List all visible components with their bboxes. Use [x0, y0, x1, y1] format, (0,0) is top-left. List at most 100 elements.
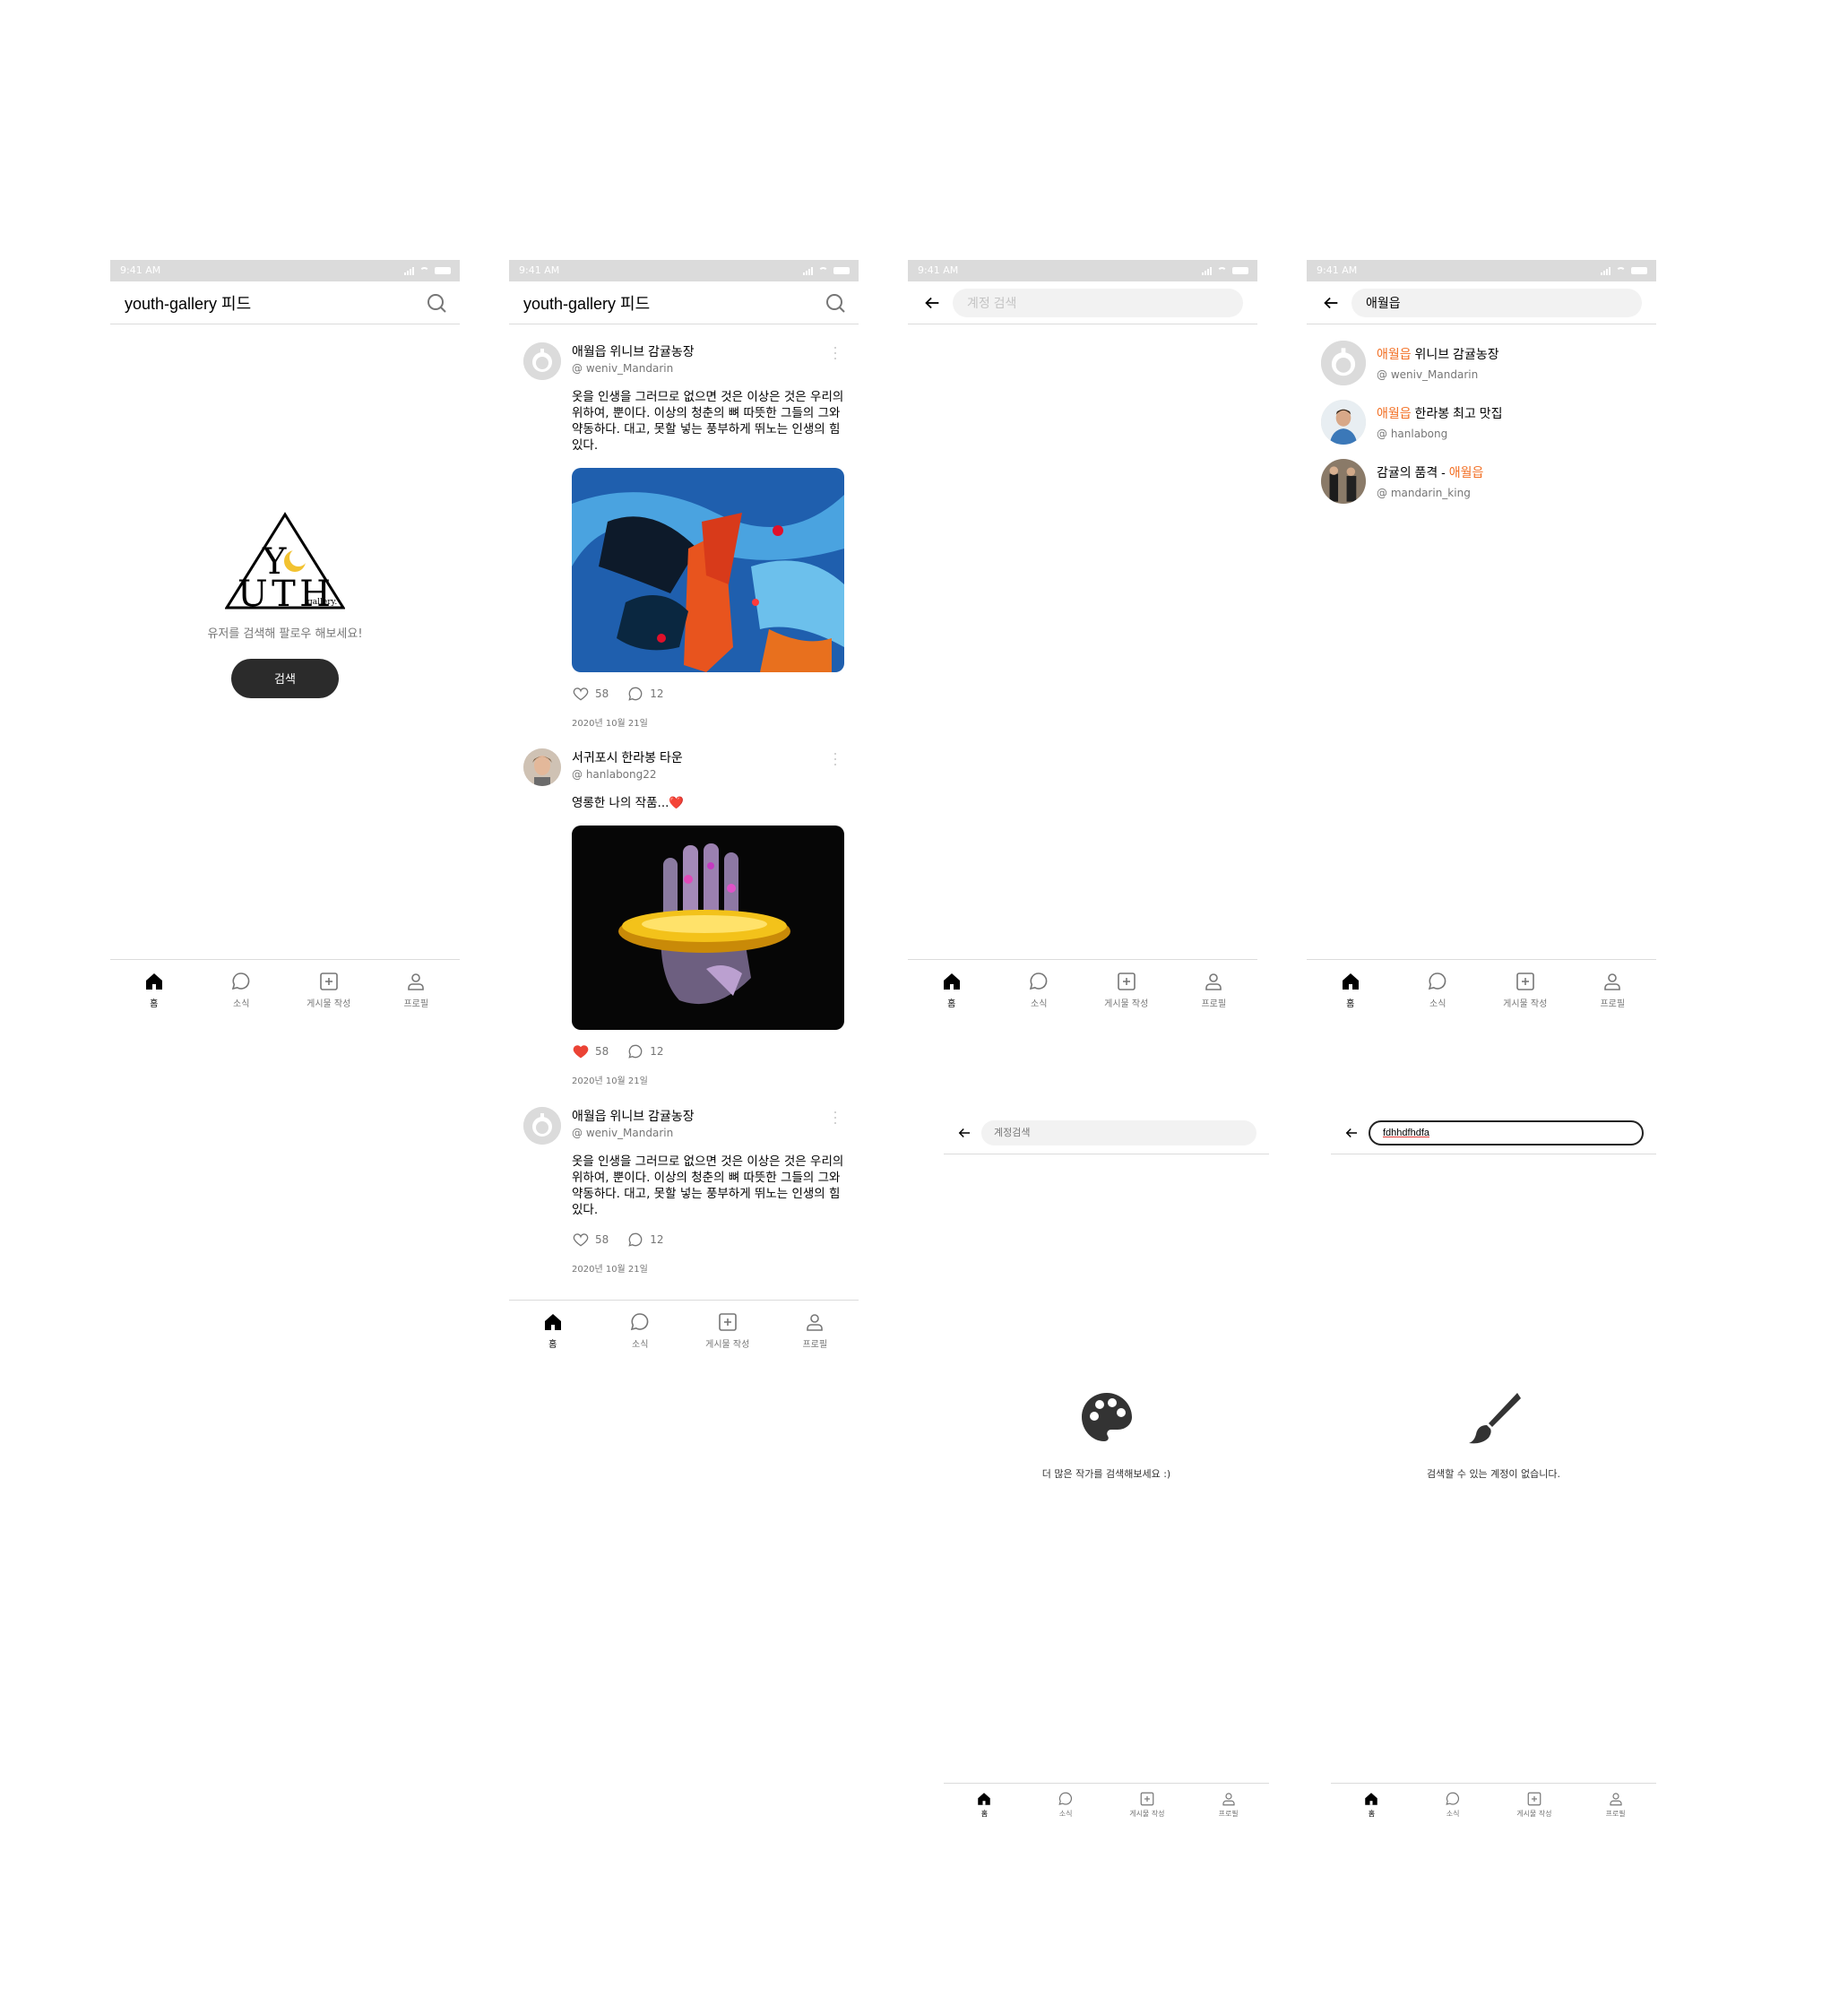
tab-news[interactable]: 소식	[996, 960, 1084, 1013]
comment-icon[interactable]	[626, 1231, 644, 1249]
svg-text:gallery.: gallery.	[307, 598, 337, 607]
more-vertical-icon[interactable]	[833, 346, 837, 360]
post-actions: 58 12	[572, 1231, 844, 1249]
tab-home[interactable]: 홈	[110, 960, 198, 1013]
home-icon	[1342, 973, 1359, 990]
heart-filled-icon[interactable]	[572, 1042, 590, 1060]
post-card: 애월읍 위니브 감귤농장 @ weniv_Mandarin 옷을 인생을 그러므…	[523, 1107, 844, 1275]
tab-write[interactable]: 게시물 작성	[285, 960, 373, 1013]
status-time: 9:41 AM	[1317, 264, 1358, 276]
tab-home[interactable]: 홈	[908, 960, 996, 1013]
tab-home[interactable]: 홈	[1331, 1784, 1412, 1822]
avatar[interactable]	[523, 342, 561, 380]
search-input[interactable]	[1351, 288, 1642, 317]
tab-home[interactable]: 홈	[1307, 960, 1395, 1013]
search-result-item[interactable]: 애월읍 한라봉 최고 맛집 @ hanlabong	[1321, 400, 1502, 445]
arrow-left-icon[interactable]	[956, 1125, 972, 1141]
post-author-name[interactable]: 애월읍 위니브 감귤농장	[572, 1107, 844, 1125]
tab-news[interactable]: 소식	[1025, 1784, 1107, 1822]
default-avatar-icon	[1321, 341, 1366, 385]
comment-icon[interactable]	[626, 685, 644, 703]
post-date: 2020년 10월 21일	[572, 1076, 648, 1086]
tab-news[interactable]: 소식	[1395, 960, 1482, 1013]
highlight-match: 애월읍	[1377, 406, 1412, 420]
tab-profile[interactable]: 프로필	[373, 960, 461, 1013]
avatar	[1321, 341, 1366, 385]
home-icon	[1365, 1793, 1378, 1805]
tab-write[interactable]: 게시물 작성	[1107, 1784, 1188, 1822]
heart-icon[interactable]	[572, 685, 590, 703]
tab-news[interactable]: 소식	[1412, 1784, 1494, 1822]
more-vertical-icon[interactable]	[833, 752, 837, 766]
search-icon[interactable]	[426, 292, 447, 314]
search-input[interactable]	[1369, 1120, 1644, 1145]
post-author-name[interactable]: 애월읍 위니브 감귤농장	[572, 342, 844, 360]
user-photo-avatar	[1321, 459, 1366, 504]
tab-write[interactable]: 게시물 작성	[684, 1301, 772, 1353]
search-input[interactable]	[953, 288, 1243, 317]
arrow-left-icon[interactable]	[1343, 1125, 1360, 1141]
empty-state-message: 더 많은 작가를 검색해보세요 :)	[1041, 1468, 1171, 1480]
empty-state: 검색할 수 있는 계정이 없습니다.	[1331, 1389, 1656, 1481]
tab-write[interactable]: 게시물 작성	[1481, 960, 1569, 1013]
user-icon	[1222, 1793, 1235, 1806]
empty-feed-message: 유저를 검색해 팔로우 해보세요!	[207, 627, 363, 641]
post-image-abstract-painting[interactable]	[572, 468, 844, 672]
more-vertical-icon[interactable]	[833, 1111, 837, 1125]
plus-square-icon	[319, 973, 338, 990]
user-icon	[1205, 973, 1222, 990]
home-icon	[943, 973, 960, 990]
screen-feed: 9:41 AM youth-gallery 피드 애월읍 위니브 감귤농장 @ …	[509, 260, 859, 1353]
comment-count: 12	[650, 1045, 664, 1058]
chat-icon	[232, 973, 250, 990]
comment-count: 12	[650, 1233, 664, 1246]
tab-profile[interactable]: 프로필	[1569, 960, 1657, 1013]
search-button[interactable]: 검색	[231, 659, 339, 698]
post-author-name[interactable]: 서귀포시 한라봉 타운	[572, 748, 844, 766]
search-input[interactable]	[981, 1120, 1256, 1145]
status-time: 9:41 AM	[918, 264, 959, 276]
search-header	[908, 281, 1257, 324]
wifi-icon	[1217, 267, 1227, 274]
plus-square-icon	[1140, 1792, 1154, 1806]
post-author-id: @ weniv_Mandarin	[572, 1127, 674, 1139]
heart-icon[interactable]	[572, 1231, 590, 1249]
tab-write[interactable]: 게시물 작성	[1083, 960, 1170, 1013]
result-name: 애월읍 위니브 감귤농장	[1377, 347, 1499, 361]
tab-home[interactable]: 홈	[509, 1301, 597, 1353]
search-result-item[interactable]: 애월읍 위니브 감귤농장 @ weniv_Mandarin	[1321, 341, 1499, 385]
feed-header: youth-gallery 피드	[110, 281, 460, 324]
arrow-left-icon[interactable]	[1321, 293, 1341, 313]
post-card: 서귀포시 한라봉 타운 @ hanlabong22 영롱한 나의 작품...❤️	[523, 748, 844, 1086]
tab-profile[interactable]: 프로필	[1575, 1784, 1656, 1822]
home-icon	[978, 1793, 991, 1805]
signal-icon	[803, 266, 813, 275]
user-photo-avatar	[523, 748, 561, 786]
signal-icon	[404, 266, 414, 275]
tab-write[interactable]: 게시물 작성	[1494, 1784, 1576, 1822]
search-result-item[interactable]: 감귤의 품격 - 애월읍 @ mandarin_king	[1321, 459, 1483, 504]
home-icon	[544, 1314, 561, 1330]
battery-icon	[435, 267, 451, 274]
tab-profile[interactable]: 프로필	[1187, 1784, 1269, 1822]
tab-home[interactable]: 홈	[944, 1784, 1025, 1822]
result-name: 감귤의 품격 - 애월읍	[1377, 465, 1484, 480]
post-image-chrome-hand[interactable]	[572, 826, 844, 1030]
tab-news[interactable]: 소식	[597, 1301, 685, 1353]
battery-icon	[1631, 267, 1647, 274]
arrow-left-icon[interactable]	[922, 293, 942, 313]
tab-bar: 홈 소식 게시물 작성 프로필	[110, 959, 460, 1013]
avatar[interactable]	[523, 748, 561, 786]
post-text: 옷을 인생을 그러므로 없으면 것은 이상은 것은 우리의 위하여, 뿐이다. …	[572, 1154, 844, 1217]
tab-profile[interactable]: 프로필	[772, 1301, 859, 1353]
wifi-icon	[419, 267, 429, 274]
status-bar: 9:41 AM	[908, 260, 1257, 281]
tab-profile[interactable]: 프로필	[1170, 960, 1258, 1013]
search-icon[interactable]	[825, 292, 846, 314]
tab-news[interactable]: 소식	[198, 960, 286, 1013]
empty-feed: Y UTH gallery. 유저를 검색해 팔로우 해보세요! 검색	[110, 511, 460, 698]
plus-square-icon	[718, 1313, 737, 1331]
avatar[interactable]	[523, 1107, 561, 1145]
comment-icon[interactable]	[626, 1042, 644, 1060]
comment-count: 12	[650, 687, 664, 700]
